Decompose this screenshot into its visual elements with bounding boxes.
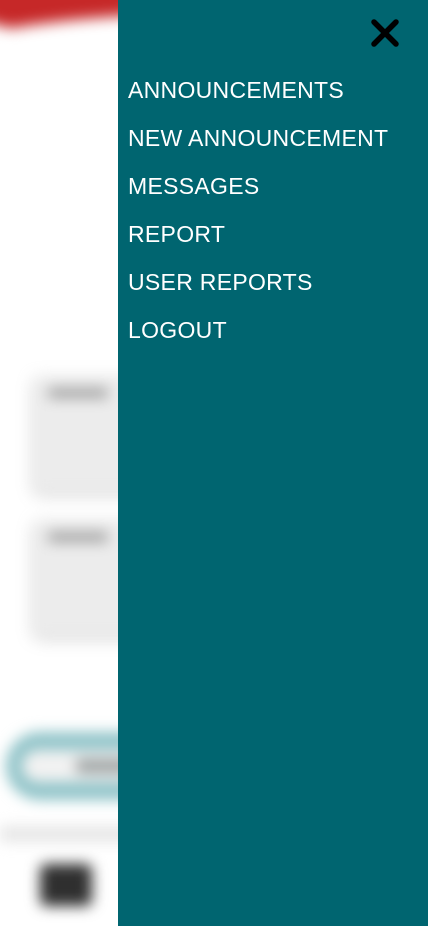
menu-item-messages[interactable]: MESSAGES bbox=[128, 162, 388, 210]
drawer-menu: ANNOUNCEMENTS NEW ANNOUNCEMENT MESSAGES … bbox=[128, 66, 388, 354]
navigation-drawer: ANNOUNCEMENTS NEW ANNOUNCEMENT MESSAGES … bbox=[118, 0, 428, 926]
menu-item-report[interactable]: REPORT bbox=[128, 210, 388, 258]
screen: ANNOUNCEMENTS NEW ANNOUNCEMENT MESSAGES … bbox=[0, 0, 428, 926]
close-icon bbox=[371, 19, 399, 47]
menu-item-announcements[interactable]: ANNOUNCEMENTS bbox=[128, 66, 388, 114]
background-card-title bbox=[48, 388, 108, 398]
menu-item-logout[interactable]: LOGOUT bbox=[128, 306, 388, 354]
background-card-title bbox=[48, 532, 108, 542]
menu-item-user-reports[interactable]: USER REPORTS bbox=[128, 258, 388, 306]
close-button[interactable] bbox=[368, 16, 402, 50]
chat-icon bbox=[40, 864, 92, 906]
menu-item-new-announcement[interactable]: NEW ANNOUNCEMENT bbox=[128, 114, 388, 162]
